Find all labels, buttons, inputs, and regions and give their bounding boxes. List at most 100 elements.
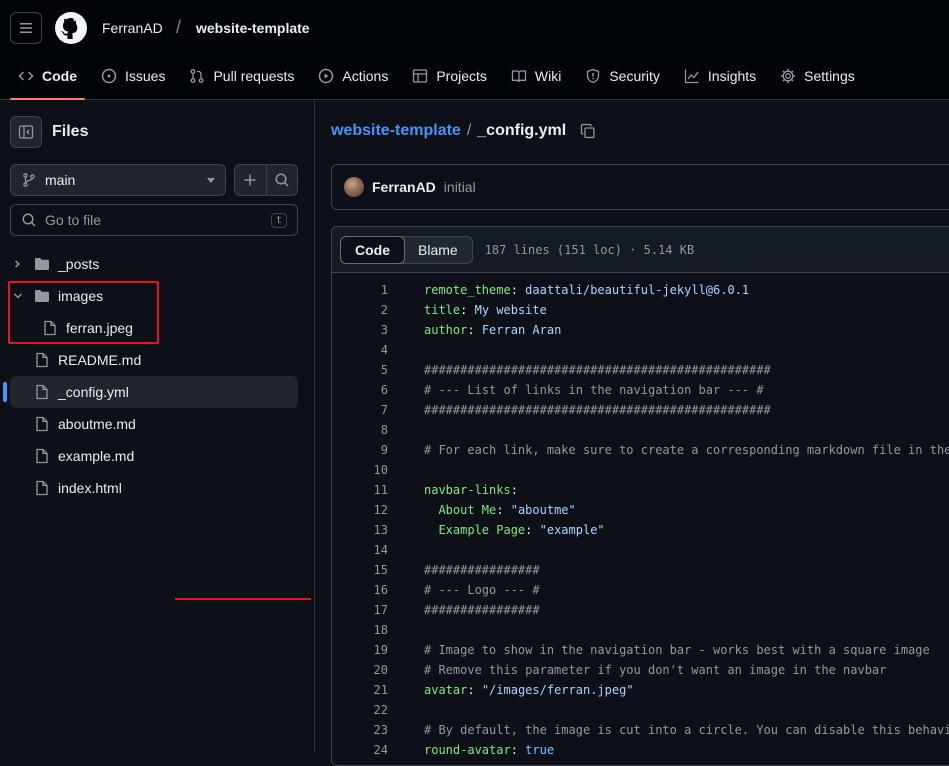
code-view-button[interactable]: Code <box>340 235 405 264</box>
code-line: 20 # Remove this parameter if you don't w… <box>332 660 949 680</box>
branch-selector[interactable]: main <box>10 164 226 196</box>
blame-view-button[interactable]: Blame <box>404 237 472 263</box>
tab-insights[interactable]: Insights <box>676 60 764 92</box>
commit-message[interactable]: initial <box>444 179 476 195</box>
tree-item-example[interactable]: example.md <box>0 440 315 472</box>
line-content: # Remove this parameter if you don't wan… <box>424 663 887 677</box>
repo-name-link[interactable]: website-template <box>196 20 310 36</box>
add-file-button[interactable] <box>235 165 266 195</box>
line-number[interactable]: 20 <box>332 663 388 677</box>
selected-indicator <box>3 382 7 402</box>
line-number[interactable]: 14 <box>332 543 388 557</box>
line-number[interactable]: 19 <box>332 643 388 657</box>
tab-projects-label: Projects <box>436 68 487 84</box>
tree-item-label: _posts <box>58 256 100 272</box>
code-line: 10 <box>332 460 949 480</box>
file-icon <box>36 352 48 368</box>
breadcrumb-file-name: _config.yml <box>477 122 567 139</box>
line-number[interactable]: 17 <box>332 603 388 617</box>
repo-owner-link[interactable]: FerranAD <box>102 20 163 36</box>
line-number[interactable]: 12 <box>332 503 388 517</box>
code-icon <box>18 71 34 81</box>
collapse-sidebar-button[interactable] <box>10 116 42 148</box>
code-line: 15 ################ <box>332 560 949 580</box>
file-icon <box>36 480 48 496</box>
line-content: round-avatar: true <box>424 743 555 757</box>
go-to-file-shortcut: t <box>270 212 287 228</box>
file-info: 187 lines (151 loc) · 5.14 KB <box>484 242 695 257</box>
tree-item-index[interactable]: index.html <box>0 472 315 504</box>
tab-security-label: Security <box>609 68 660 84</box>
repo-nav-tabs: Code Issues Pull requests Actions Projec… <box>10 60 871 100</box>
tab-actions[interactable]: Actions <box>310 60 396 92</box>
tab-code[interactable]: Code <box>10 60 85 100</box>
line-number[interactable]: 21 <box>332 683 388 697</box>
tab-security[interactable]: Security <box>577 60 668 92</box>
file-icon <box>36 416 48 432</box>
avatar[interactable] <box>344 177 364 197</box>
chevron-right-icon[interactable] <box>12 256 24 272</box>
code-line: 16 # --- Logo --- # <box>332 580 949 600</box>
line-number[interactable]: 5 <box>332 363 388 377</box>
line-content: Example Page: "example" <box>424 523 605 537</box>
line-content: title: My website <box>424 303 547 317</box>
line-content: remote_theme: daattali/beautiful-jekyll@… <box>424 283 750 297</box>
tab-pull-requests[interactable]: Pull requests <box>181 60 302 92</box>
breadcrumb-repo-link[interactable]: website-template <box>331 122 461 140</box>
go-to-file-field[interactable]: t <box>10 204 298 236</box>
tab-issues[interactable]: Issues <box>93 60 173 92</box>
line-content: # --- List of links in the navigation ba… <box>424 383 764 397</box>
annotation-highlight-box <box>8 281 159 344</box>
code-line: 18 <box>332 620 949 640</box>
code-line: 24 round-avatar: true <box>332 740 949 760</box>
tree-item-posts[interactable]: _posts <box>0 248 315 280</box>
tree-item-aboutme[interactable]: aboutme.md <box>0 408 315 440</box>
line-content: ################ <box>424 563 540 577</box>
github-logo-icon[interactable] <box>55 12 87 44</box>
line-content: # Image to show in the navigation bar - … <box>424 643 930 657</box>
issue-icon <box>101 68 117 84</box>
chevron-down-icon <box>207 177 215 183</box>
tab-settings[interactable]: Settings <box>772 60 863 92</box>
menu-button[interactable] <box>10 12 42 44</box>
files-title: Files <box>52 123 89 140</box>
shield-icon <box>587 68 600 84</box>
line-number[interactable]: 2 <box>332 303 388 317</box>
line-number[interactable]: 4 <box>332 343 388 357</box>
line-number[interactable]: 24 <box>332 743 388 757</box>
copy-icon[interactable] <box>580 123 596 139</box>
commit-author[interactable]: FerranAD <box>372 179 436 195</box>
search-files-button[interactable] <box>265 165 298 195</box>
line-number[interactable]: 11 <box>332 483 388 497</box>
line-number[interactable]: 22 <box>332 703 388 717</box>
tab-wiki[interactable]: Wiki <box>503 60 569 92</box>
breadcrumb: website-template / _config.yml <box>331 122 596 140</box>
file-view: website-template / _config.yml FerranAD … <box>315 100 949 766</box>
line-number[interactable]: 23 <box>332 723 388 737</box>
line-number[interactable]: 10 <box>332 463 388 477</box>
line-number[interactable]: 16 <box>332 583 388 597</box>
line-content: author: Ferran Aran <box>424 323 562 337</box>
line-number[interactable]: 15 <box>332 563 388 577</box>
code-line: 6 # --- List of links in the navigation b… <box>332 380 949 400</box>
code-line: 2 title: My website <box>332 300 949 320</box>
line-number[interactable]: 7 <box>332 403 388 417</box>
tree-item-readme[interactable]: README.md <box>0 344 315 376</box>
tree-item-config-yml[interactable]: _config.yml <box>3 376 298 408</box>
line-number[interactable]: 6 <box>332 383 388 397</box>
tab-pull-requests-label: Pull requests <box>213 68 295 84</box>
book-icon <box>511 70 527 83</box>
code-line: 5 #######################################… <box>332 360 949 380</box>
go-to-file-input[interactable] <box>45 212 271 228</box>
line-number[interactable]: 13 <box>332 523 388 537</box>
tab-issues-label: Issues <box>125 68 166 84</box>
code-line: 3 author: Ferran Aran <box>332 320 949 340</box>
line-number[interactable]: 9 <box>332 443 388 457</box>
line-number[interactable]: 18 <box>332 623 388 637</box>
line-number[interactable]: 3 <box>332 323 388 337</box>
line-number[interactable]: 8 <box>332 423 388 437</box>
code-lines: 1 remote_theme: daattali/beautiful-jekyll… <box>332 273 949 760</box>
tab-projects[interactable]: Projects <box>404 60 495 92</box>
tree-item-label: README.md <box>58 352 142 368</box>
line-number[interactable]: 1 <box>332 283 388 297</box>
